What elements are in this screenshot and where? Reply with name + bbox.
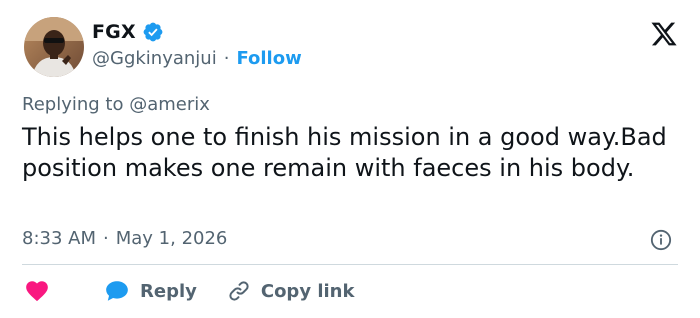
avatar-image bbox=[24, 17, 84, 77]
tweet-time: 8:33 AM bbox=[22, 228, 96, 249]
reply-label: Reply bbox=[140, 280, 197, 302]
heart-icon bbox=[26, 281, 48, 302]
reply-button[interactable]: Reply bbox=[104, 278, 197, 304]
tweet-timestamp[interactable]: 8:33 AM · May 1, 2026 bbox=[22, 228, 227, 249]
divider bbox=[22, 264, 678, 265]
tweet-card: FGX @Ggkinyanjui · Follow Replying to @a… bbox=[0, 0, 700, 318]
tweet-actions: Reply Copy link bbox=[24, 277, 354, 305]
replying-prefix: Replying to bbox=[22, 94, 124, 115]
copy-link-button[interactable]: Copy link bbox=[227, 279, 355, 303]
avatar[interactable] bbox=[24, 17, 84, 77]
handle-separator: · bbox=[223, 48, 230, 69]
author-name-row: FGX bbox=[92, 21, 164, 43]
like-button[interactable] bbox=[24, 278, 50, 304]
replying-to-line: Replying to @amerix bbox=[22, 94, 210, 115]
follow-button[interactable]: Follow bbox=[236, 48, 301, 69]
verified-badge-icon bbox=[143, 22, 163, 42]
timestamp-separator: · bbox=[103, 228, 109, 249]
link-icon bbox=[229, 281, 249, 301]
copy-link-label: Copy link bbox=[260, 280, 355, 302]
user-handle[interactable]: @Ggkinyanjui bbox=[92, 48, 217, 69]
speech-bubble-icon bbox=[106, 281, 128, 301]
handle-row: @Ggkinyanjui · Follow bbox=[92, 48, 302, 69]
x-logo-icon[interactable] bbox=[650, 20, 678, 48]
display-name[interactable]: FGX bbox=[92, 21, 136, 43]
tweet-date: May 1, 2026 bbox=[115, 228, 228, 249]
tweet-text: This helps one to finish his mission in … bbox=[22, 123, 667, 182]
info-icon[interactable] bbox=[650, 229, 672, 251]
replying-to-mention[interactable]: @amerix bbox=[129, 94, 210, 115]
